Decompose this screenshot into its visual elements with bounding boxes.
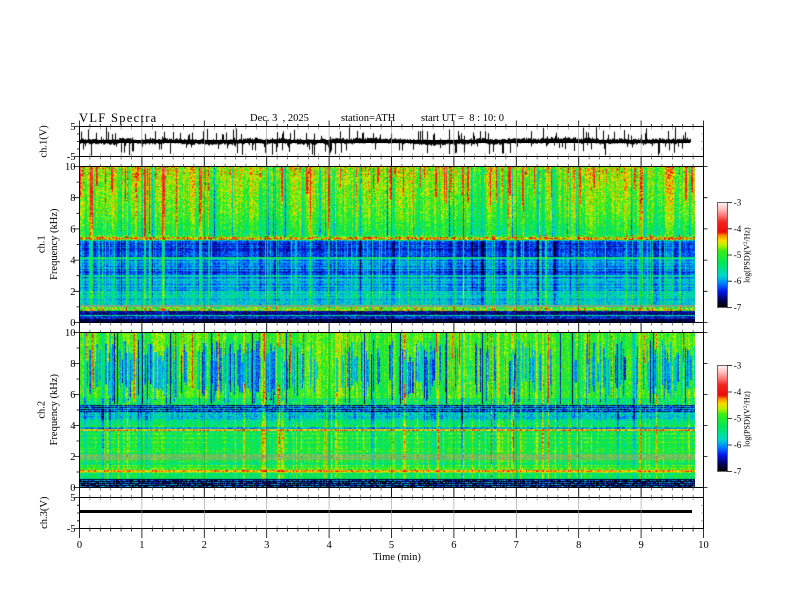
svg-text:-5: -5 bbox=[67, 152, 76, 163]
svg-text:Dec. 3 , 2025: Dec. 3 , 2025 bbox=[250, 113, 309, 124]
svg-text:4: 4 bbox=[326, 540, 332, 551]
svg-text:-5: -5 bbox=[734, 250, 742, 260]
svg-text:-4: -4 bbox=[734, 224, 742, 234]
svg-text:10: 10 bbox=[65, 162, 76, 173]
svg-text:2: 2 bbox=[70, 452, 75, 463]
svg-text:Frequency (kHz): Frequency (kHz) bbox=[49, 373, 60, 445]
svg-text:-7: -7 bbox=[734, 303, 742, 313]
svg-text:0: 0 bbox=[77, 540, 82, 551]
svg-text:5: 5 bbox=[70, 122, 75, 133]
svg-text:ch.2: ch.2 bbox=[37, 401, 48, 419]
svg-text:6: 6 bbox=[70, 390, 75, 401]
svg-text:6: 6 bbox=[451, 540, 456, 551]
svg-text:-6: -6 bbox=[734, 440, 742, 450]
svg-text:5: 5 bbox=[70, 493, 75, 504]
svg-text:-5: -5 bbox=[734, 414, 742, 424]
svg-text:10: 10 bbox=[698, 540, 709, 551]
svg-text:-7: -7 bbox=[734, 467, 742, 477]
svg-text:-3: -3 bbox=[734, 361, 742, 371]
svg-text:ch.1: ch.1 bbox=[37, 235, 48, 253]
svg-text:7: 7 bbox=[514, 540, 519, 551]
svg-text:1: 1 bbox=[139, 540, 144, 551]
svg-text:start UT = 8 : 10: 0: start UT = 8 : 10: 0 bbox=[421, 113, 504, 124]
svg-text:-6: -6 bbox=[734, 276, 742, 286]
svg-text:ch.1(V): ch.1(V) bbox=[39, 125, 50, 158]
svg-text:4: 4 bbox=[70, 421, 76, 432]
svg-text:9: 9 bbox=[638, 540, 643, 551]
svg-text:8: 8 bbox=[70, 359, 75, 370]
svg-text:5: 5 bbox=[389, 540, 394, 551]
svg-text:-5: -5 bbox=[67, 524, 76, 535]
svg-text:4: 4 bbox=[70, 256, 76, 267]
svg-text:-4: -4 bbox=[734, 387, 742, 397]
svg-text:2: 2 bbox=[70, 287, 75, 298]
svg-text:Time (min): Time (min) bbox=[373, 552, 421, 563]
svg-text:8: 8 bbox=[70, 193, 75, 204]
svg-text:ch.3(V): ch.3(V) bbox=[39, 496, 50, 529]
svg-text:log(PSD)(V2/Hz): log(PSD)(V2/Hz) bbox=[743, 391, 752, 447]
svg-text:8: 8 bbox=[576, 540, 581, 551]
svg-text:10: 10 bbox=[65, 328, 76, 339]
svg-text:2: 2 bbox=[202, 540, 207, 551]
svg-text:-3: -3 bbox=[734, 198, 742, 208]
svg-text:log(PSD)(V2/Hz): log(PSD)(V2/Hz) bbox=[743, 227, 752, 283]
svg-text:Frequency (kHz): Frequency (kHz) bbox=[49, 208, 60, 280]
svg-text:station=ATH: station=ATH bbox=[341, 113, 396, 124]
svg-text:6: 6 bbox=[70, 224, 75, 235]
svg-text:VLF Spectra: VLF Spectra bbox=[79, 111, 158, 125]
svg-text:3: 3 bbox=[264, 540, 269, 551]
